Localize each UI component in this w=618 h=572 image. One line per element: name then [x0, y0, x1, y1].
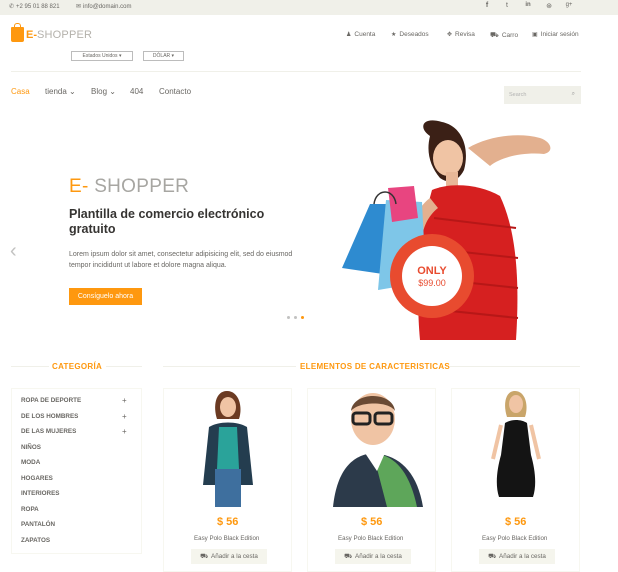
wishlist-link[interactable]: ★ Deseados — [391, 31, 429, 38]
plus-icon[interactable]: + — [122, 412, 127, 421]
phone-contact: ✆ +2 95 01 88 821 — [9, 3, 60, 11]
category-item[interactable]: INTERIORES — [21, 490, 60, 497]
cart-icon: ⛟ — [200, 552, 208, 560]
category-item[interactable]: MODA — [21, 459, 40, 466]
product-image — [203, 391, 253, 507]
checkout-link[interactable]: ✥ Revisa — [447, 31, 475, 38]
site-logo[interactable]: E- SHOPPER — [11, 23, 93, 42]
lock-icon: ▣ — [532, 32, 538, 38]
logo-e: E- — [26, 28, 37, 41]
category-item[interactable]: ROPA DE DEPORTE — [21, 397, 81, 404]
product-price: $ 56 — [505, 516, 527, 528]
hero-model-image: ONLY $99.00 — [330, 118, 575, 340]
crosshairs-icon: ✥ — [447, 32, 453, 38]
hero-brand-e: E- — [69, 176, 89, 197]
cart-link[interactable]: ⛟ Carro — [490, 31, 518, 40]
slider-prev-icon[interactable]: ‹ — [10, 240, 17, 263]
star-icon: ★ — [391, 32, 397, 38]
badge-price: $99.00 — [418, 278, 446, 288]
product-image — [333, 393, 423, 507]
category-item[interactable]: HOGARES — [21, 475, 53, 482]
hero-brand-shopper: SHOPPER — [88, 176, 190, 197]
user-icon: ♟ — [346, 32, 352, 38]
dribbble-icon[interactable]: ⊛ — [544, 2, 554, 10]
category-title: CATEGORÍA — [52, 362, 103, 371]
cart-icon: ⛟ — [490, 32, 499, 39]
envelope-icon: ✉ — [76, 4, 82, 10]
nav-blog[interactable]: Blog ⌄ — [91, 87, 116, 96]
cart-icon: ⛟ — [344, 552, 352, 560]
nav-home[interactable]: Casa — [11, 87, 30, 96]
twitter-icon[interactable]: t — [502, 2, 512, 9]
category-item[interactable]: ROPA — [21, 506, 39, 513]
product-card: $ 56 Easy Polo Black Edition ⛟ Añadir a … — [163, 388, 292, 572]
product-image — [491, 391, 541, 497]
currency-dropdown[interactable]: DÓLAR ▾ — [143, 51, 184, 61]
cart-icon: ⛟ — [488, 552, 496, 560]
search-placeholder: Search — [509, 92, 527, 98]
header-divider — [11, 71, 581, 72]
product-name: Easy Polo Black Edition — [482, 535, 548, 542]
hero-brand: E- SHOPPER — [69, 176, 189, 198]
add-to-cart-label: Añadir a la cesta — [211, 553, 258, 560]
category-item[interactable]: ZAPATOS — [21, 537, 50, 544]
phone-number: +2 95 01 88 821 — [16, 3, 60, 10]
add-to-cart-button[interactable]: ⛟ Añadir a la cesta — [479, 549, 555, 564]
slider-indicators — [287, 316, 304, 319]
nav-404[interactable]: 404 — [130, 87, 143, 96]
plus-icon[interactable]: + — [122, 427, 127, 436]
add-to-cart-button[interactable]: ⛟ Añadir a la cesta — [335, 549, 411, 564]
product-card: $ 56 Easy Polo Black Edition ⛟ Añadir a … — [451, 388, 580, 572]
category-item[interactable]: DE LAS MUJERES — [21, 428, 76, 435]
login-label: Iniciar sesión — [540, 31, 579, 38]
hero-title: Plantilla de comercio electrónico gratui… — [69, 207, 265, 236]
google-plus-icon[interactable]: g+ — [564, 2, 574, 8]
search-input[interactable]: Search ⌕ — [504, 86, 581, 104]
search-icon[interactable]: ⌕ — [572, 91, 575, 98]
shopping-bag-icon — [11, 23, 24, 42]
phone-icon: ✆ — [9, 4, 15, 10]
country-dropdown[interactable]: Estados Unidos ▾ — [71, 51, 133, 61]
top-bar: ✆ +2 95 01 88 821 ✉ info@domain.com f t … — [0, 0, 618, 15]
product-name: Easy Polo Black Edition — [338, 535, 404, 542]
nav-shop[interactable]: tienda ⌄ — [45, 87, 76, 96]
account-link[interactable]: ♟ Cuenta — [346, 31, 375, 38]
badge-only: ONLY — [417, 265, 447, 277]
section-line — [450, 366, 580, 367]
account-label: Cuenta — [354, 31, 376, 38]
linkedin-icon[interactable]: in — [523, 2, 533, 8]
wishlist-label: Deseados — [399, 31, 429, 38]
checkout-label: Revisa — [455, 31, 475, 38]
cart-label: Carro — [501, 32, 519, 39]
category-item[interactable]: NIÑOS — [21, 444, 41, 451]
hero-description: Lorem ipsum dolor sit amet, consectetur … — [69, 251, 293, 269]
product-price: $ 56 — [217, 516, 239, 528]
category-item[interactable]: PANTALÓN — [21, 521, 55, 528]
nav-contact[interactable]: Contacto — [159, 87, 191, 96]
get-it-now-button[interactable]: Consíguelo ahora — [69, 288, 142, 305]
features-title: ELEMENTOS DE CARACTERISTICAS — [300, 362, 451, 371]
add-to-cart-label: Añadir a la cesta — [355, 553, 402, 560]
plus-icon[interactable]: + — [122, 396, 127, 405]
login-link[interactable]: ▣ Iniciar sesión — [532, 31, 579, 38]
slider-dot-active[interactable] — [301, 316, 304, 319]
product-card: $ 56 Easy Polo Black Edition ⛟ Añadir a … — [307, 388, 436, 572]
email-contact[interactable]: ✉ info@domain.com — [76, 3, 131, 11]
section-line — [163, 366, 296, 367]
section-line — [106, 366, 142, 367]
slider-dot[interactable] — [294, 316, 297, 319]
slider-dot[interactable] — [287, 316, 290, 319]
product-name: Easy Polo Black Edition — [194, 535, 260, 542]
logo-shopper: SHOPPER — [37, 28, 93, 41]
facebook-icon[interactable]: f — [482, 2, 492, 9]
product-price: $ 56 — [361, 516, 383, 528]
add-to-cart-label: Añadir a la cesta — [499, 553, 546, 560]
section-line — [11, 366, 49, 367]
category-item[interactable]: DE LOS HOMBRES — [21, 413, 78, 420]
add-to-cart-button[interactable]: ⛟ Añadir a la cesta — [191, 549, 267, 564]
email-address[interactable]: info@domain.com — [83, 4, 131, 10]
